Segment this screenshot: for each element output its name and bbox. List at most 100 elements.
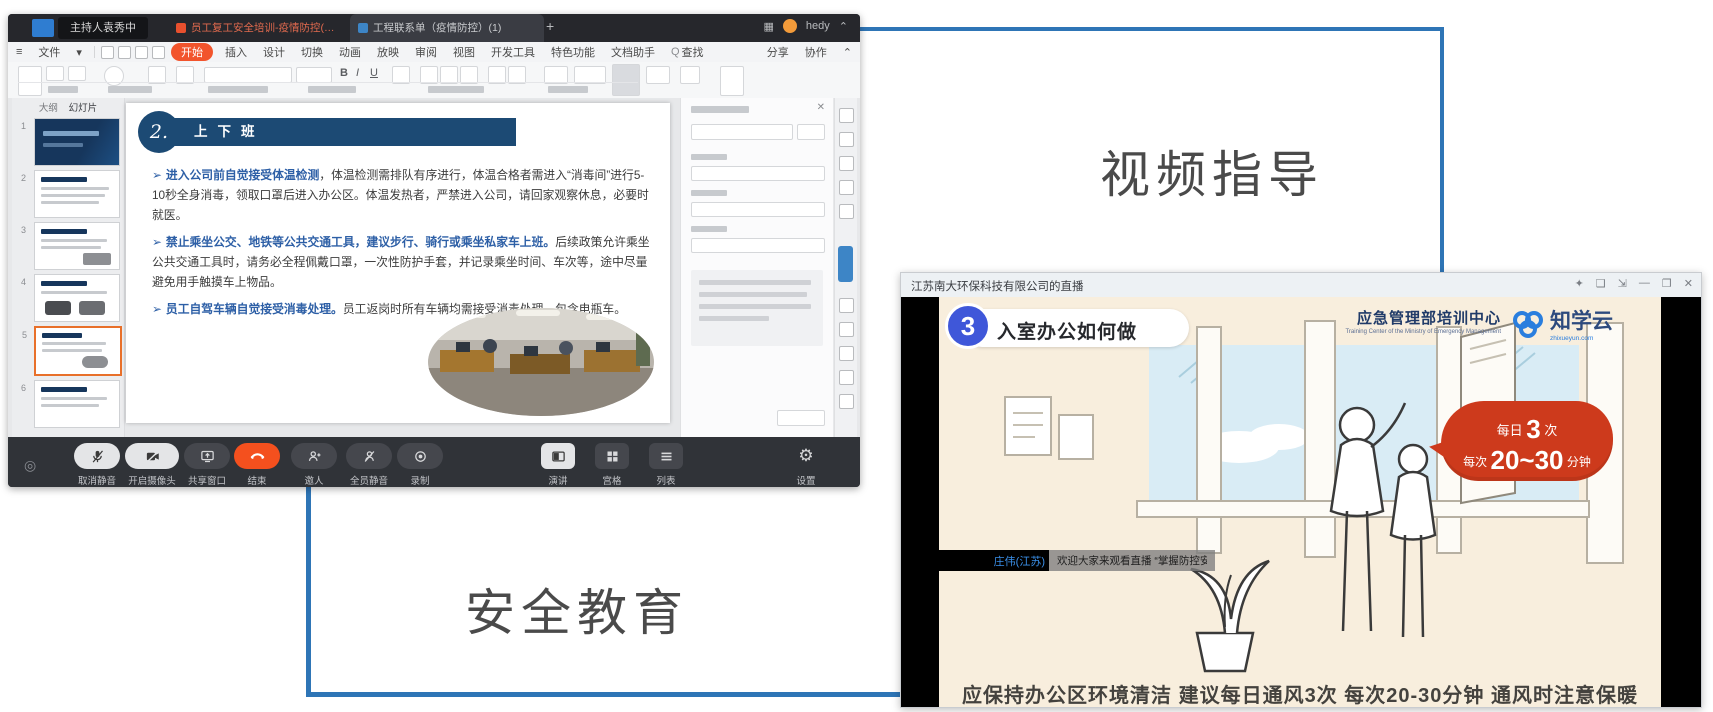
font-name-box[interactable]: [204, 67, 292, 83]
view-list-button[interactable]: 列表: [644, 443, 688, 487]
menu-assistant[interactable]: 文档助手: [603, 44, 663, 60]
arrow-bullet-icon: ➢: [152, 235, 162, 249]
avatar[interactable]: [783, 19, 797, 33]
pane-icon-1[interactable]: [839, 108, 854, 123]
cut-button[interactable]: [68, 66, 86, 81]
pane-field-1[interactable]: [691, 166, 825, 181]
present-button[interactable]: [720, 66, 744, 96]
panel-tab-outline[interactable]: 大纲: [39, 103, 58, 114]
annotate-button-active[interactable]: [612, 64, 640, 96]
menu-slideshow[interactable]: 放映: [369, 44, 407, 60]
italic-button[interactable]: I: [356, 67, 359, 79]
undo-icon[interactable]: [135, 46, 148, 59]
close-icon[interactable]: ✕: [1684, 277, 1693, 290]
collaborate-button[interactable]: 协作: [797, 44, 835, 60]
pane-icon-2[interactable]: [839, 132, 854, 147]
wps-tab-bar: 主持人袁秀中 员工复工安全培训-疫情防控(修改) 工程联系单（疫情防控）(1) …: [8, 14, 860, 42]
pane-icon-6[interactable]: [839, 298, 854, 313]
slide-canvas[interactable]: 2. 上下班 ➢进入公司前自觉接受体温检测，体温检测需排队有序进行，体温合格者需…: [126, 103, 670, 423]
thumbnail-6[interactable]: 6: [34, 380, 120, 428]
save-icon[interactable]: [101, 46, 114, 59]
grid-layout-icon: [605, 449, 620, 464]
view-grid-button[interactable]: 宫格: [590, 443, 634, 487]
record-button[interactable]: 录制: [386, 443, 454, 487]
maximize-icon[interactable]: ❐: [1662, 277, 1672, 290]
menu-devtools[interactable]: 开发工具: [483, 44, 543, 60]
fullscreen-icon[interactable]: ⇲: [1618, 277, 1627, 290]
pane-icon-10[interactable]: [839, 394, 854, 409]
new-tab-button[interactable]: +: [546, 18, 554, 34]
pin-icon[interactable]: ✦: [1575, 277, 1584, 290]
mini-window-icon[interactable]: ❑: [1596, 277, 1606, 290]
document-tab-1[interactable]: 员工复工安全培训-疫情防控(修改): [168, 14, 352, 42]
pane-icon-4[interactable]: [839, 180, 854, 195]
wps-menu-bar: ≡ 文件 ▾ 开始 插入 设计 切换 动画 放映 审阅 视图 开发工具 特色功能…: [8, 42, 860, 63]
caption-video-guide: 视频指导: [1100, 135, 1324, 207]
host-badge: 主持人袁秀中: [58, 17, 148, 39]
find-replace-button[interactable]: [680, 66, 700, 84]
format-painter-button[interactable]: [46, 66, 64, 81]
search-label[interactable]: 查找: [682, 44, 712, 60]
list-layout-icon: [659, 449, 674, 464]
panel-tab-slides[interactable]: 幻灯片: [69, 103, 98, 114]
pane-icon-7[interactable]: [839, 322, 854, 337]
menu-home[interactable]: 开始: [171, 43, 213, 61]
connector-top-vertical: [1440, 27, 1444, 274]
pane-field-3[interactable]: [691, 238, 825, 253]
video-area[interactable]: 3 入室办公如何做 应急管理部培训中心 Training Center of t…: [901, 297, 1701, 707]
workspace-grid-icon[interactable]: ▦: [764, 20, 774, 33]
zhixueyun-logo-icon: [1511, 309, 1545, 339]
thumbnail-5-selected[interactable]: 5: [34, 326, 122, 376]
menu-transition[interactable]: 切换: [293, 44, 331, 60]
new-slide-button[interactable]: [104, 66, 124, 86]
pane-search-box[interactable]: [691, 124, 793, 140]
caption-safety-education: 安全教育: [465, 573, 689, 645]
pane-collapse-handle[interactable]: [838, 246, 853, 282]
underline-button[interactable]: U: [370, 67, 378, 79]
share-button[interactable]: 分享: [759, 44, 797, 60]
pane-icon-9[interactable]: [839, 370, 854, 385]
player-window-title: 江苏南大环保科技有限公司的直播: [911, 278, 1084, 294]
bullet-1: ➢进入公司前自觉接受体温检测，体温检测需排队有序进行，体温合格者需进入“消毒间”…: [152, 165, 654, 225]
video-frame: 3 入室办公如何做 应急管理部培训中心 Training Center of t…: [939, 297, 1661, 707]
print-icon[interactable]: [118, 46, 131, 59]
wps-logo-icon[interactable]: [32, 19, 54, 37]
view-speaker-button[interactable]: 演讲: [536, 443, 580, 487]
ribbon-collapse-icon[interactable]: ⌃: [835, 46, 860, 59]
player-titlebar: 江苏南大环保科技有限公司的直播 ✦ ❑ ⇲ — ❐ ✕: [901, 273, 1701, 298]
menu-animation[interactable]: 动画: [331, 44, 369, 60]
mute-all-icon: [362, 449, 377, 464]
hamburger-icon[interactable]: ≡: [8, 46, 30, 58]
menu-special[interactable]: 特色功能: [543, 44, 603, 60]
menu-insert[interactable]: 插入: [217, 44, 255, 60]
menu-view[interactable]: 视图: [445, 44, 483, 60]
thumbnail-1[interactable]: 1: [34, 118, 120, 166]
settings-button[interactable]: ⚙ 设置: [784, 443, 828, 487]
bullet-2: ➢禁止乘坐公交、地铁等公共交通工具，建议步行、骑行或乘坐私家车上班。后续政策允许…: [152, 232, 654, 292]
font-size-box[interactable]: [296, 67, 332, 83]
paste-button[interactable]: [18, 66, 42, 96]
pane-pager[interactable]: [777, 410, 825, 426]
menu-review[interactable]: 审阅: [407, 44, 445, 60]
menu-design[interactable]: 设计: [255, 44, 293, 60]
pane-icon-8[interactable]: [839, 346, 854, 361]
comment-button[interactable]: [646, 66, 670, 84]
invite-person-icon: [307, 449, 322, 464]
collapse-icon[interactable]: ⌃: [839, 20, 848, 33]
pane-close-icon[interactable]: ✕: [817, 102, 825, 113]
org-block: 应急管理部培训中心 Training Center of the Ministr…: [1291, 307, 1501, 335]
document-tab-2[interactable]: 工程联系单（疫情防控）(1): [350, 14, 544, 42]
minimize-icon[interactable]: —: [1639, 277, 1650, 290]
caret-down-icon[interactable]: ▾: [68, 46, 90, 59]
pane-icon-3[interactable]: [839, 156, 854, 171]
pane-icon-5[interactable]: [839, 204, 854, 219]
redo-icon[interactable]: [152, 46, 165, 59]
thumbnail-3[interactable]: 3: [34, 222, 120, 270]
pane-field-2[interactable]: [691, 202, 825, 217]
thumbnail-2[interactable]: 2: [34, 170, 120, 218]
search-icon[interactable]: Q: [663, 46, 682, 58]
bold-button[interactable]: B: [340, 67, 348, 79]
menu-file[interactable]: 文件: [30, 44, 68, 60]
thumbnail-4[interactable]: 4: [34, 274, 120, 322]
pane-filter-button[interactable]: [797, 124, 825, 140]
